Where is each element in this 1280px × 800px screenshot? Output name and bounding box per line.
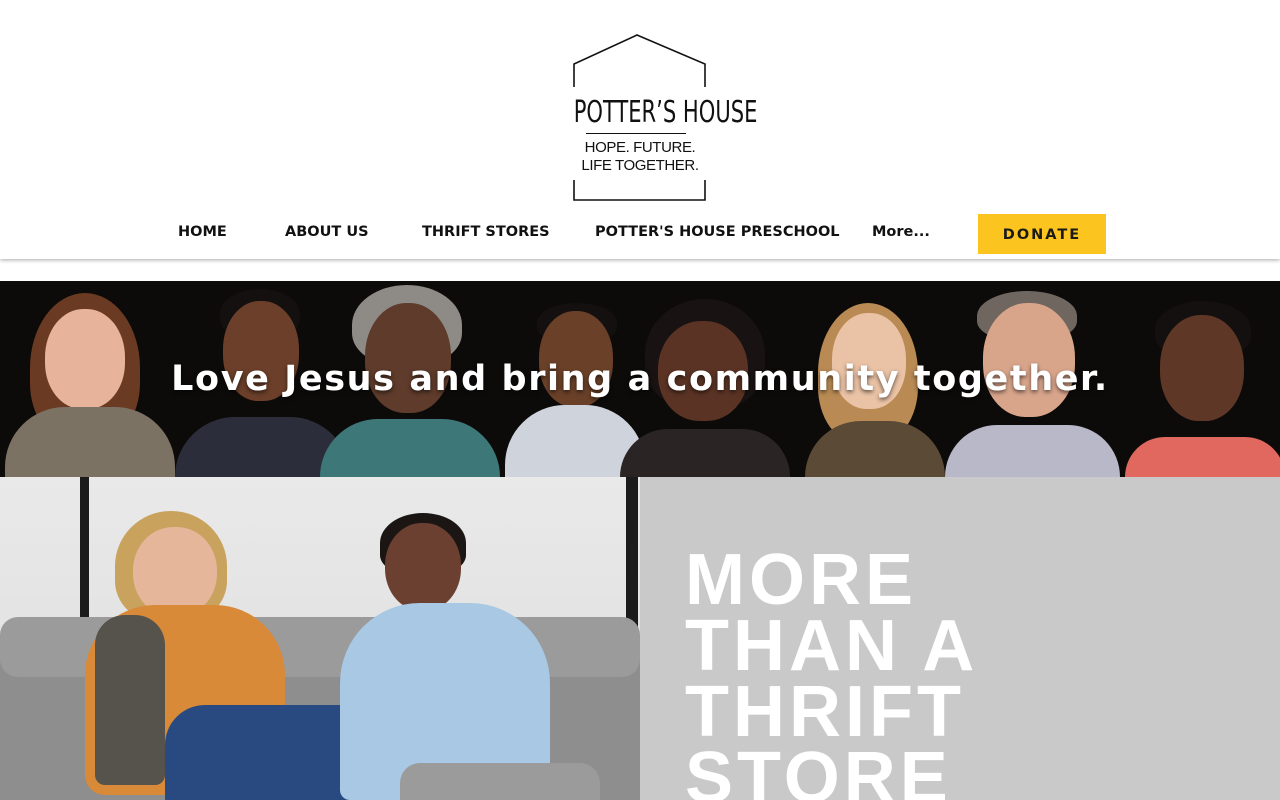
- hero-banner: Love Jesus and bring a community togethe…: [0, 281, 1280, 477]
- nav-item-more[interactable]: More...: [872, 224, 930, 240]
- hero-tagline: Love Jesus and bring a community togethe…: [171, 359, 1109, 399]
- nav-item-preschool[interactable]: POTTER'S HOUSE PRESCHOOL: [595, 224, 840, 240]
- logo-tagline-line1: HOPE. FUTURE.: [584, 139, 696, 156]
- feature-heading-line: THAN A: [685, 606, 979, 686]
- nav-item-home[interactable]: HOME: [178, 224, 227, 240]
- donate-button[interactable]: DONATE: [978, 214, 1106, 254]
- feature-panel: MORE THAN A THRIFT STORE: [640, 477, 1280, 800]
- main-nav: HOME ABOUT US THRIFT STORES POTTER'S HOU…: [0, 214, 1280, 254]
- nav-item-about-us[interactable]: ABOUT US: [285, 224, 369, 240]
- feature-photo: [0, 477, 640, 800]
- logo-divider: [586, 133, 686, 134]
- feature-heading-line: MORE: [685, 540, 917, 620]
- site-header: POTTER’S HOUSE HOPE. FUTURE. LIFE TOGETH…: [0, 0, 1280, 259]
- logo-tagline-line2: LIFE TOGETHER.: [581, 157, 699, 174]
- feature-heading: MORE THAN A THRIFT STORE: [685, 540, 979, 800]
- feature-heading-line: THRIFT: [685, 672, 965, 752]
- potters-house-logo[interactable]: POTTER’S HOUSE HOPE. FUTURE. LIFE TOGETH…: [555, 33, 758, 203]
- logo-name: POTTER’S HOUSE: [573, 95, 758, 130]
- person-right: [340, 513, 600, 800]
- nav-item-thrift-stores[interactable]: THRIFT STORES: [422, 224, 550, 240]
- feature-heading-line: STORE: [685, 738, 952, 800]
